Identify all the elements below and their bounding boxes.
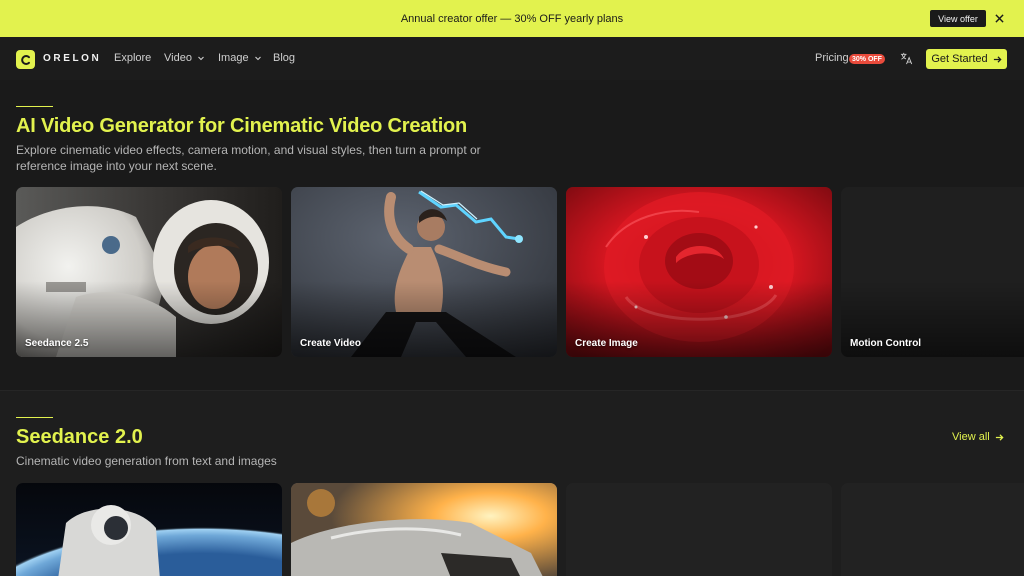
card-label: Motion Control xyxy=(850,338,922,349)
nav-image[interactable]: Image xyxy=(218,52,262,64)
card-label: Create Video xyxy=(300,338,361,349)
seedance-card-3[interactable] xyxy=(566,483,832,576)
nav-explore[interactable]: Explore xyxy=(114,52,151,64)
view-offer-button[interactable]: View offer xyxy=(930,10,986,27)
c-logo-icon[interactable] xyxy=(16,50,35,69)
card-create-video[interactable]: Create Video xyxy=(291,187,557,357)
arrow-right-icon xyxy=(995,433,1004,441)
page-title: AI Video Generator for Cinematic Video C… xyxy=(16,115,468,137)
nav-video[interactable]: Video xyxy=(164,52,205,64)
seedance-card-earth[interactable] xyxy=(16,483,282,576)
close-icon[interactable] xyxy=(993,12,1006,25)
translate-icon[interactable] xyxy=(900,52,913,65)
nav-blog[interactable]: Blog xyxy=(273,52,295,64)
top-nav: ORELON Explore Video Image Blog Pricing … xyxy=(0,37,1024,80)
card-label: Seedance 2.5 xyxy=(25,338,89,349)
accent-line xyxy=(16,417,53,418)
section-title: Seedance 2.0 xyxy=(16,426,143,448)
accent-line xyxy=(16,106,53,107)
card-create-image[interactable]: Create Image xyxy=(566,187,832,357)
seedance-card-explosion[interactable] xyxy=(291,483,557,576)
earth-astronaut-image xyxy=(16,483,282,576)
brand-name[interactable]: ORELON xyxy=(43,53,101,64)
card-label: Create Image xyxy=(575,338,638,349)
pricing-badge: 30% OFF xyxy=(849,54,885,64)
car-explosion-image xyxy=(291,483,557,576)
arrow-right-icon xyxy=(993,55,1002,63)
chevron-down-icon xyxy=(254,56,261,61)
hero-subtitle: Explore cinematic video effects, camera … xyxy=(16,143,481,173)
card-seedance-2-5[interactable]: Seedance 2.5 xyxy=(16,187,282,357)
chevron-down-icon xyxy=(198,56,204,61)
nav-pricing[interactable]: Pricing xyxy=(815,52,849,64)
seedance-card-4[interactable] xyxy=(841,483,1024,576)
section-subtitle: Cinematic video generation from text and… xyxy=(16,454,277,468)
promo-banner: Annual creator offer — 30% OFF yearly pl… xyxy=(0,0,1024,37)
promo-text: Annual creator offer — 30% OFF yearly pl… xyxy=(400,12,624,25)
get-started-button[interactable]: Get Started xyxy=(926,49,1007,69)
view-all-link[interactable]: View all xyxy=(952,431,1004,443)
card-motion-control[interactable]: Motion Control xyxy=(841,187,1024,357)
